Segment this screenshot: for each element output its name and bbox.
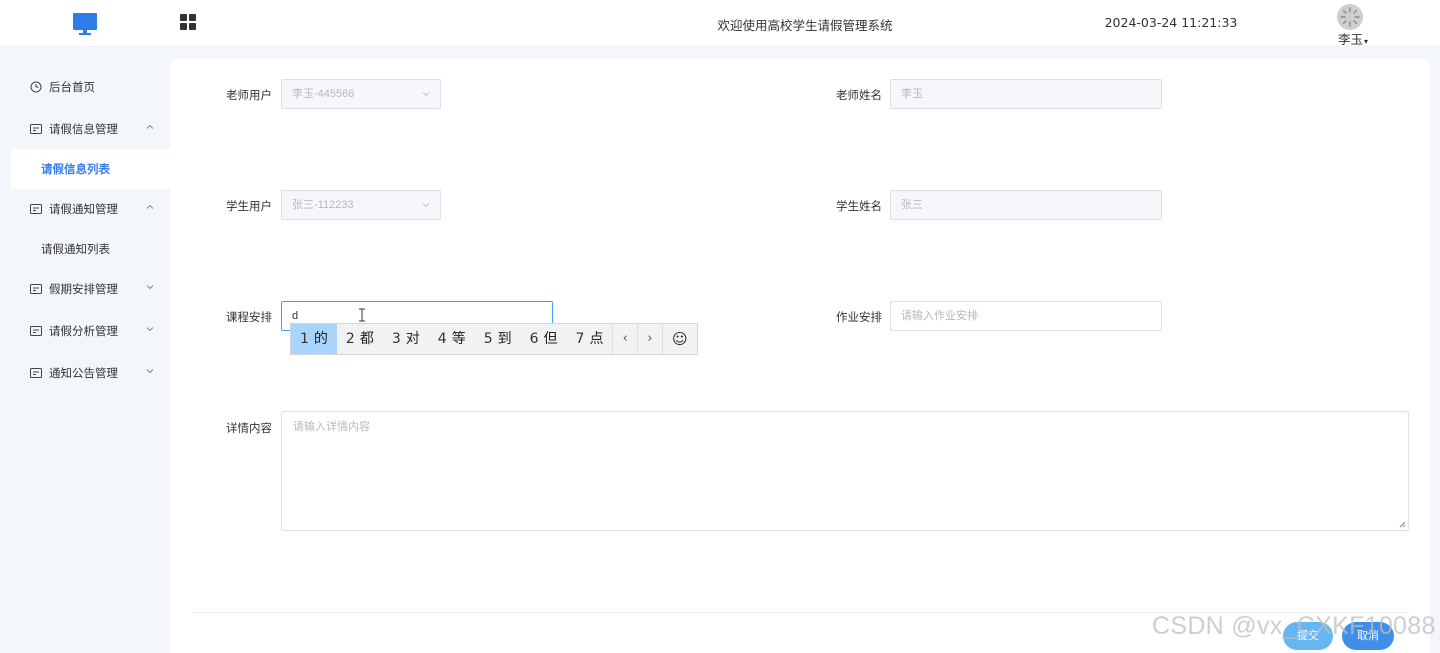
- top-header: 欢迎使用高校学生请假管理系统 2024-03-24 11:21:33 李玉▾: [0, 0, 1440, 47]
- teacher-user-label: 老师用户: [226, 88, 272, 102]
- chevron-down-icon: [146, 327, 154, 332]
- sidebar-item-leave-info-management[interactable]: 请假信息管理: [0, 109, 170, 149]
- watermark: CSDN @vx_CXKF10088: [1152, 612, 1436, 640]
- ime-prev-page-icon[interactable]: ‹: [612, 324, 637, 354]
- sidebar-item-label: 请假分析管理: [49, 324, 118, 338]
- student-name-value: 张三: [901, 199, 923, 211]
- student-user-label: 学生用户: [226, 199, 272, 213]
- detail-textarea[interactable]: 请输入详情内容: [281, 411, 1409, 531]
- form-panel: [170, 58, 1430, 653]
- sidebar-item-leave-notice-list[interactable]: 请假通知列表: [11, 229, 170, 269]
- detail-label: 详情内容: [226, 421, 272, 435]
- course-value: d: [292, 310, 299, 322]
- teacher-user-select[interactable]: 李玉-445566: [281, 79, 441, 109]
- sidebar: 后台首页 请假信息管理 请假信息列表 请假通知管理 请假通知列表 假期安排管理 …: [0, 47, 170, 653]
- apps-grid-icon[interactable]: [180, 14, 196, 30]
- sidebar-item-label: 后台首页: [49, 80, 95, 94]
- student-name-label: 学生姓名: [836, 199, 882, 213]
- avatar[interactable]: [1337, 4, 1363, 30]
- sidebar-item-leave-notice-management[interactable]: 请假通知管理: [0, 189, 170, 229]
- chevron-down-icon: [146, 285, 154, 290]
- text-cursor-icon: [359, 308, 365, 322]
- ime-candidate[interactable]: 2都: [337, 324, 383, 354]
- user-menu[interactable]: 李玉▾: [1338, 29, 1368, 48]
- detail-placeholder: 请输入详情内容: [293, 421, 370, 433]
- sidebar-item-label: 请假通知管理: [49, 202, 118, 216]
- chevron-down-icon: [146, 369, 154, 374]
- sidebar-item-leave-info-list[interactable]: 请假信息列表: [11, 149, 170, 189]
- chevron-up-icon: [146, 124, 154, 129]
- homework-label: 作业安排: [836, 310, 882, 324]
- sidebar-item-label: 请假通知列表: [41, 242, 110, 256]
- ime-candidate-bar: 1的 2都 3对 4等 5到 6但 7点 ‹ › ☺: [290, 323, 698, 355]
- sidebar-item-label: 假期安排管理: [49, 282, 118, 296]
- sidebar-item-announcement-management[interactable]: 通知公告管理: [0, 353, 170, 393]
- ime-candidate[interactable]: 4等: [429, 324, 475, 354]
- user-dropdown-caret-icon: ▾: [1364, 37, 1369, 46]
- sidebar-item-label: 请假信息列表: [41, 162, 110, 176]
- system-title: 欢迎使用高校学生请假管理系统: [717, 18, 893, 33]
- clock-icon: [30, 81, 42, 93]
- sidebar-item-home[interactable]: 后台首页: [0, 67, 170, 107]
- homework-placeholder: 请输入作业安排: [901, 310, 978, 322]
- ime-candidate[interactable]: 3对: [383, 324, 429, 354]
- ime-candidate[interactable]: 1的: [291, 324, 337, 354]
- chevron-down-icon: [422, 203, 430, 208]
- card-icon: [30, 326, 42, 336]
- card-icon: [30, 284, 42, 294]
- student-name-input[interactable]: 张三: [890, 190, 1162, 220]
- card-icon: [30, 124, 42, 134]
- chevron-up-icon: [146, 204, 154, 209]
- card-icon: [30, 368, 42, 378]
- sidebar-item-label: 通知公告管理: [49, 366, 118, 380]
- sidebar-item-holiday-management[interactable]: 假期安排管理: [0, 269, 170, 309]
- chevron-down-icon: [422, 92, 430, 97]
- ime-candidate[interactable]: 6但: [521, 324, 567, 354]
- teacher-name-value: 李玉: [901, 88, 923, 100]
- sidebar-item-label: 请假信息管理: [49, 122, 118, 136]
- teacher-user-value: 李玉-445566: [292, 88, 355, 100]
- homework-input[interactable]: 请输入作业安排: [890, 301, 1162, 331]
- student-user-value: 张三-112233: [292, 199, 354, 211]
- emoji-icon[interactable]: ☺: [661, 324, 697, 354]
- user-name: 李玉: [1338, 32, 1364, 47]
- sidebar-item-leave-analysis-management[interactable]: 请假分析管理: [0, 311, 170, 351]
- course-label: 课程安排: [226, 310, 272, 324]
- teacher-name-label: 老师姓名: [836, 88, 882, 102]
- student-user-select[interactable]: 张三-112233: [281, 190, 441, 220]
- ime-next-page-icon[interactable]: ›: [637, 324, 662, 354]
- resize-grip-icon[interactable]: [1398, 520, 1406, 528]
- card-icon: [30, 204, 42, 214]
- current-datetime: 2024-03-24 11:21:33: [1104, 15, 1238, 30]
- monitor-logo-icon[interactable]: [72, 11, 98, 37]
- ime-candidate[interactable]: 5到: [475, 324, 521, 354]
- avatar-image-icon: [1337, 4, 1363, 30]
- ime-candidate[interactable]: 7点: [567, 324, 613, 354]
- teacher-name-input[interactable]: 李玉: [890, 79, 1162, 109]
